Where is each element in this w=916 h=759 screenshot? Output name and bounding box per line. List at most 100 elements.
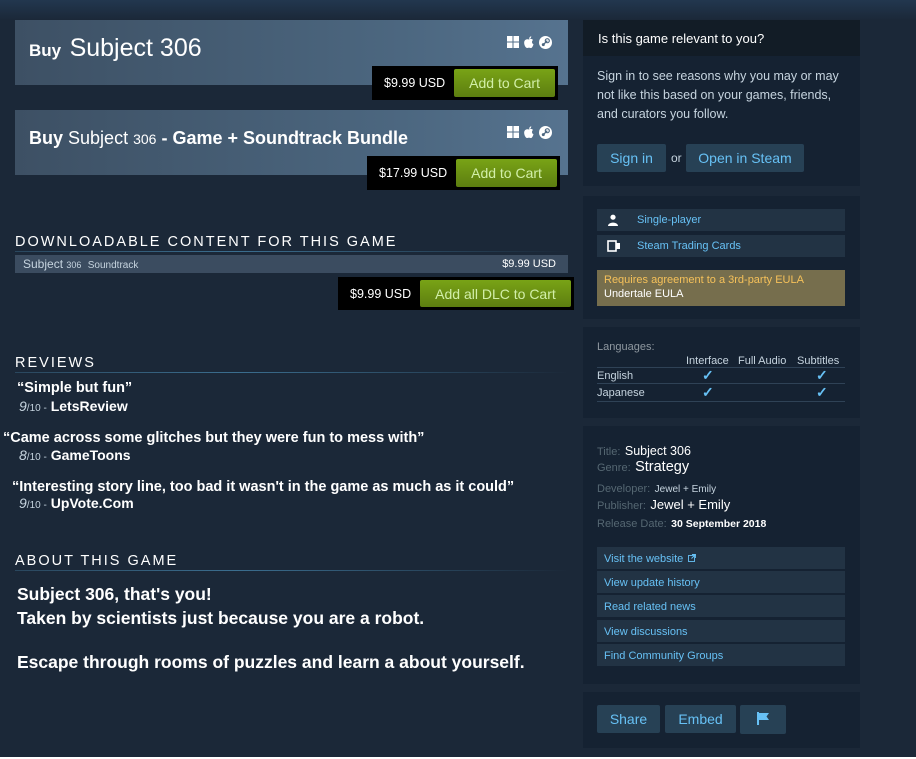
dlc-item-number: 306 (66, 260, 82, 270)
review-meta: 9/10 - UpVote.Com (19, 495, 134, 511)
apple-icon (524, 126, 534, 139)
detail-value: 30 September 2018 (671, 518, 767, 530)
purchase-title: Buy Subject 306 (29, 34, 202, 63)
windows-icon (507, 126, 519, 138)
share-panel: Share Embed (583, 692, 860, 748)
single-player-icon (608, 214, 618, 226)
detail-label: Release Date: (597, 518, 667, 530)
dlc-total-price: $9.99 USD (350, 287, 412, 301)
languages-label: Languages: (597, 341, 655, 353)
bundle-title-name: Subject (68, 128, 129, 148)
review-scale: /10 - (26, 500, 47, 511)
language-name: English (597, 370, 634, 382)
purchase-action-game: $9.99 USD Add to Cart (372, 66, 558, 100)
check-icon: ✓ (702, 384, 714, 400)
detail-label: Developer: (597, 483, 651, 495)
flag-icon (757, 712, 769, 725)
about-line: Escape through rooms of puzzles and lear… (17, 652, 525, 672)
language-row-japanese: Japanese ✓ ✓ (597, 384, 845, 402)
detail-value: Subject 306 (624, 444, 691, 458)
dlc-item-title: Subject (23, 257, 64, 271)
about-line: Subject 306, that's you! (17, 584, 212, 604)
feature-single-player[interactable]: Single-player (597, 209, 845, 231)
review-quote: “Interesting story line, too bad it wasn… (12, 479, 515, 495)
embed-button[interactable]: Embed (665, 705, 736, 733)
feature-label: Single-player (637, 214, 702, 226)
platform-icons (507, 36, 552, 49)
page-header-gradient (0, 0, 916, 20)
language-name: Japanese (597, 387, 645, 399)
detail-release-date: Release Date: 30 September 2018 (597, 514, 766, 532)
eula-notice[interactable]: Requires agreement to a 3rd-party EULA U… (597, 270, 845, 306)
detail-genre: Genre: Strategy (597, 458, 689, 476)
trading-cards-icon (607, 240, 620, 252)
check-icon: ✓ (816, 367, 828, 383)
review-meta: 8/10 - GameToons (19, 447, 131, 463)
col-interface: Interface (686, 355, 729, 367)
about-heading: ABOUT THIS GAME (15, 553, 568, 571)
dlc-item-row[interactable]: Subject 306 Soundtrack $9.99 USD (15, 255, 568, 273)
view-update-history-link[interactable]: View update history (597, 571, 845, 593)
col-subtitles: Subtitles (797, 355, 840, 367)
detail-developer: Developer: Jewel + Emily (597, 479, 716, 497)
details-panel: Title: Subject 306 Genre: Strategy Devel… (583, 426, 860, 684)
relevance-heading: Is this game relevant to you? (583, 20, 860, 56)
find-community-groups-link[interactable]: Find Community Groups (597, 644, 845, 666)
dlc-purchase-action: $9.99 USD Add all DLC to Cart (338, 277, 574, 310)
language-row-english: English ✓ ✓ (597, 367, 845, 384)
reviews-heading: REVIEWS (15, 355, 568, 373)
windows-icon (507, 36, 519, 48)
add-to-cart-button[interactable]: Add to Cart (456, 159, 557, 187)
price-label: $9.99 USD (384, 76, 446, 90)
review-source: LetsReview (50, 398, 128, 414)
read-related-news-link[interactable]: Read related news (597, 595, 845, 617)
platform-icons (507, 126, 552, 139)
detail-label: Publisher: (597, 500, 646, 512)
detail-value[interactable]: Jewel + Emily (655, 484, 716, 495)
apple-icon (524, 36, 534, 49)
about-line: Taken by scientists just because you are… (17, 608, 425, 628)
detail-value[interactable]: Jewel + Emily (650, 497, 730, 512)
dlc-item-name: Subject 306 Soundtrack (23, 257, 138, 271)
sign-in-button[interactable]: Sign in (597, 144, 666, 172)
bundle-title: Buy Subject 306 - Game + Soundtrack Bund… (29, 128, 408, 149)
game-title: Subject 306 (69, 34, 202, 62)
detail-label: Genre: (597, 462, 631, 474)
view-discussions-link[interactable]: View discussions (597, 620, 845, 642)
dlc-item-tag: Soundtrack (87, 260, 139, 271)
review-score: 9 (19, 398, 27, 414)
review-score: 8 (19, 447, 27, 463)
col-full-audio: Full Audio (738, 355, 787, 367)
price-label: $17.99 USD (379, 166, 448, 180)
feature-label: Steam Trading Cards (637, 240, 741, 252)
buy-word: Buy (29, 128, 64, 148)
detail-label: Title: (597, 446, 621, 458)
feature-trading-cards[interactable]: Steam Trading Cards (597, 235, 845, 257)
detail-value[interactable]: Strategy (635, 459, 689, 475)
features-panel: Single-player Steam Trading Cards Requir… (583, 196, 860, 319)
relevance-panel: Is this game relevant to you? Sign in to… (583, 20, 860, 186)
add-to-cart-button[interactable]: Add to Cart (454, 69, 555, 97)
share-button[interactable]: Share (597, 705, 660, 733)
review-scale: /10 - (26, 452, 47, 463)
visit-website-link[interactable]: Visit the website (597, 547, 845, 569)
dlc-heading: DOWNLOADABLE CONTENT FOR THIS GAME (15, 234, 568, 252)
review-source: UpVote.Com (50, 495, 134, 511)
steam-icon (539, 36, 552, 49)
link-label: Visit the website (604, 553, 684, 565)
check-icon: ✓ (816, 384, 828, 400)
languages-panel: Languages: Interface Full Audio Subtitle… (583, 327, 860, 418)
bundle-title-suffix: - Game + Soundtrack Bundle (161, 128, 409, 148)
eula-name: Undertale EULA (604, 288, 684, 300)
steam-icon (539, 126, 552, 139)
detail-publisher: Publisher: Jewel + Emily (597, 496, 730, 514)
review-quote: “Came across some glitches but they were… (3, 430, 425, 446)
open-in-steam-button[interactable]: Open in Steam (686, 144, 804, 172)
review-score: 9 (19, 495, 27, 511)
or-text: or (671, 151, 682, 165)
add-all-dlc-button[interactable]: Add all DLC to Cart (420, 280, 571, 307)
report-flag-button[interactable] (740, 705, 786, 734)
eula-notice-text: Requires agreement to a 3rd-party EULA (604, 274, 804, 286)
bundle-title-number: 306 (133, 131, 157, 147)
relevance-description: Sign in to see reasons why you may or ma… (597, 69, 839, 121)
